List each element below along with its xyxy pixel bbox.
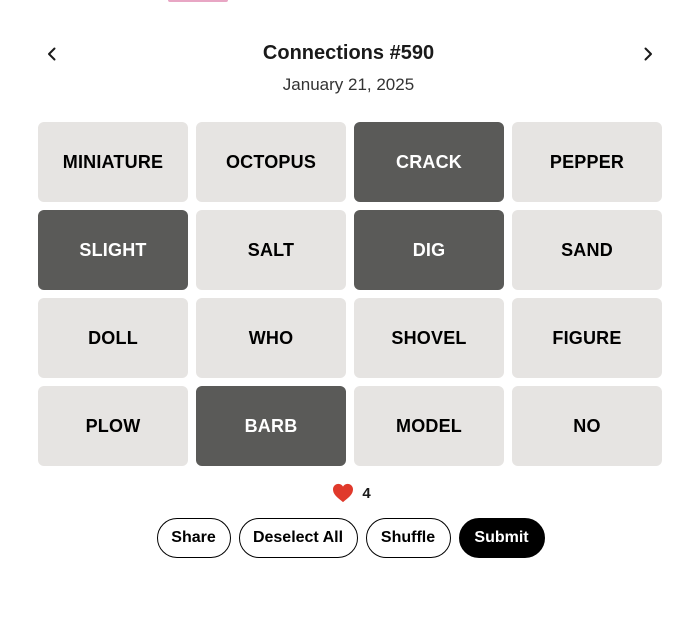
word-tile[interactable]: SALT (196, 210, 346, 290)
word-tile[interactable]: SHOVEL (354, 298, 504, 378)
puzzle-header: Connections #590 January 21, 2025 (0, 36, 697, 106)
word-tile[interactable]: MINIATURE (38, 122, 188, 202)
share-button[interactable]: Share (156, 518, 231, 558)
word-tile[interactable]: NO (512, 386, 662, 466)
submit-button[interactable]: Submit (458, 518, 545, 558)
word-tile[interactable]: CRACK (354, 122, 504, 202)
word-tile[interactable]: WHO (196, 298, 346, 378)
word-tile[interactable]: BARB (196, 386, 346, 466)
word-tile[interactable]: DIG (354, 210, 504, 290)
shuffle-button[interactable]: Shuffle (365, 518, 451, 558)
word-tile[interactable]: PEPPER (512, 122, 662, 202)
mistakes-remaining: 4 (0, 483, 697, 503)
deselect-all-button[interactable]: Deselect All (238, 518, 358, 558)
word-tile[interactable]: FIGURE (512, 298, 662, 378)
word-tile[interactable]: DOLL (38, 298, 188, 378)
word-tile[interactable]: SLIGHT (38, 210, 188, 290)
top-accent-bar (168, 0, 228, 2)
chevron-right-icon (644, 47, 652, 61)
action-bar: Share Deselect All Shuffle Submit (0, 518, 697, 558)
next-puzzle-button[interactable] (634, 40, 662, 68)
word-tile[interactable]: MODEL (354, 386, 504, 466)
puzzle-title: Connections #590 (262, 42, 435, 64)
heart-icon (333, 483, 354, 503)
word-grid: MINIATURE OCTOPUS CRACK PEPPER SLIGHT SA… (38, 122, 662, 466)
lives-count: 4 (362, 484, 371, 502)
word-tile[interactable]: PLOW (38, 386, 188, 466)
word-tile[interactable]: SAND (512, 210, 662, 290)
word-tile[interactable]: OCTOPUS (196, 122, 346, 202)
puzzle-date: January 21, 2025 (282, 75, 415, 94)
